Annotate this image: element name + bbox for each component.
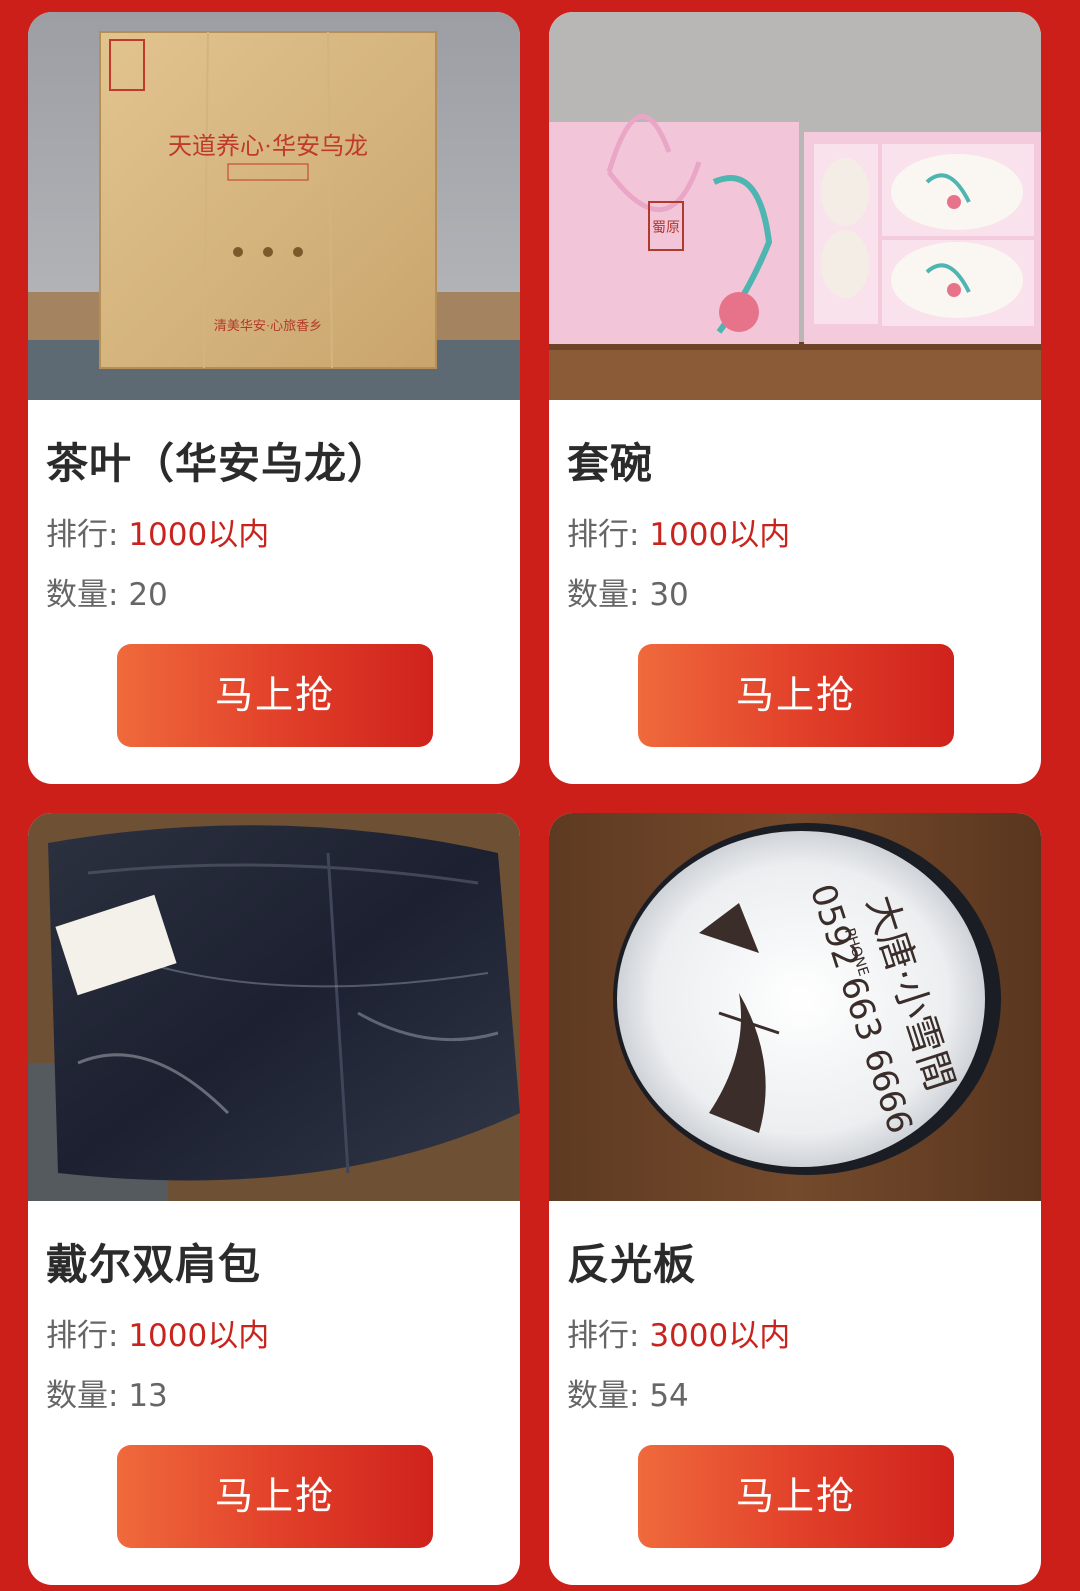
product-card-reflector[interactable]: 大唐·小雪間 PHONE 0592 663 6666 反光板 排行: 3000以… bbox=[549, 813, 1041, 1585]
rank-label: 排行: bbox=[46, 1318, 119, 1354]
quantity-value: 13 bbox=[128, 1378, 168, 1414]
product-card-dell-backpack[interactable]: 戴尔双肩包 排行: 1000以内 数量: 13 马上抢 bbox=[28, 813, 520, 1585]
product-image-bowl-set[interactable]: 蜀原 bbox=[549, 12, 1041, 400]
quantity-label: 数量: bbox=[567, 577, 640, 613]
quantity-value: 30 bbox=[649, 577, 689, 613]
tea-box-slogan: 天道养心·华安乌龙 bbox=[168, 133, 368, 160]
product-title: 反光板 bbox=[567, 1240, 697, 1289]
rank-label: 排行: bbox=[567, 1318, 640, 1354]
product-card-tea[interactable]: 天道养心·华安乌龙 清美华安·心旅香乡 茶叶（华安乌龙） 排行: 1000以内 … bbox=[28, 12, 520, 784]
rank-value: 1000以内 bbox=[649, 517, 791, 553]
product-rank: 排行: 1000以内 bbox=[46, 509, 269, 554]
rank-value: 3000以内 bbox=[649, 1318, 791, 1354]
product-title: 戴尔双肩包 bbox=[46, 1240, 262, 1289]
tea-box-tagline: 清美华安·心旅香乡 bbox=[214, 318, 322, 333]
quantity-value: 54 bbox=[649, 1378, 689, 1414]
product-rank: 排行: 1000以内 bbox=[46, 1310, 269, 1355]
quantity-label: 数量: bbox=[567, 1378, 640, 1414]
product-image-tea[interactable]: 天道养心·华安乌龙 清美华安·心旅香乡 bbox=[28, 12, 520, 400]
product-quantity: 数量: 54 bbox=[567, 1370, 689, 1415]
grab-now-button[interactable]: 马上抢 bbox=[117, 1445, 433, 1548]
product-rank: 排行: 1000以内 bbox=[567, 509, 790, 554]
product-grid: 天道养心·华安乌龙 清美华安·心旅香乡 茶叶（华安乌龙） 排行: 1000以内 … bbox=[0, 0, 1080, 1591]
product-quantity: 数量: 20 bbox=[46, 569, 168, 614]
rank-label: 排行: bbox=[46, 517, 119, 553]
quantity-value: 20 bbox=[128, 577, 168, 613]
grab-now-button[interactable]: 马上抢 bbox=[638, 1445, 954, 1548]
grab-now-button[interactable]: 马上抢 bbox=[117, 644, 433, 747]
rank-value: 1000以内 bbox=[128, 517, 270, 553]
product-quantity: 数量: 30 bbox=[567, 569, 689, 614]
rank-value: 1000以内 bbox=[128, 1318, 270, 1354]
product-card-bowl-set[interactable]: 蜀原 套碗 排行: 1000以内 数量: 30 马上抢 bbox=[549, 12, 1041, 784]
product-quantity: 数量: 13 bbox=[46, 1370, 168, 1415]
rank-label: 排行: bbox=[567, 517, 640, 553]
product-image-reflector[interactable]: 大唐·小雪間 PHONE 0592 663 6666 bbox=[549, 813, 1041, 1201]
product-title: 茶叶（华安乌龙） bbox=[46, 439, 391, 488]
product-rank: 排行: 3000以内 bbox=[567, 1310, 790, 1355]
grab-now-button[interactable]: 马上抢 bbox=[638, 644, 954, 747]
quantity-label: 数量: bbox=[46, 1378, 119, 1414]
product-image-dell-backpack[interactable] bbox=[28, 813, 520, 1201]
bowl-bag-brand: 蜀原 bbox=[652, 220, 680, 236]
quantity-label: 数量: bbox=[46, 577, 119, 613]
product-title: 套碗 bbox=[567, 439, 654, 488]
